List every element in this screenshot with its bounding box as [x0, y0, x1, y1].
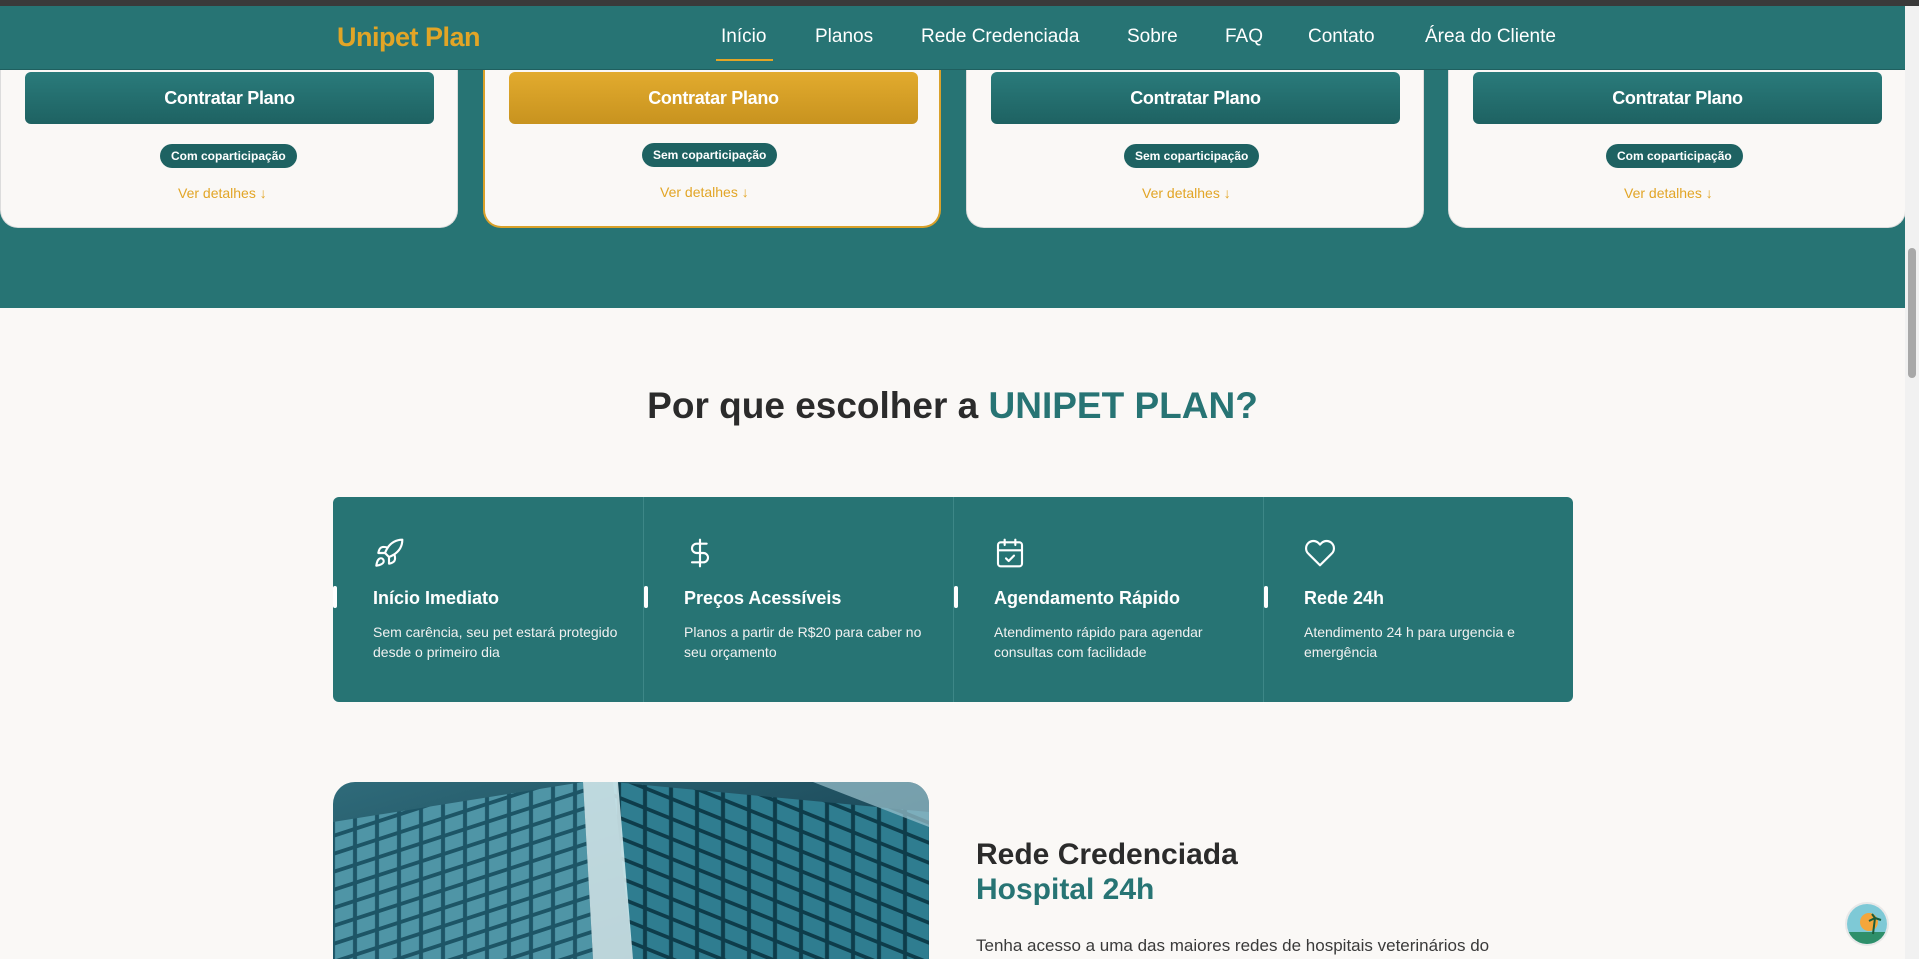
ver-detalhes-link[interactable]: Ver detalhes ↓: [1624, 185, 1713, 201]
calendar-check-icon: [996, 538, 1024, 568]
plan-card: Contratar Plano Com coparticipação Ver d…: [0, 70, 458, 228]
feature-marker: [333, 586, 337, 608]
feature-text: Atendimento 24 h para urgencia e emergên…: [1304, 624, 1515, 660]
site-header: Unipet Plan Início Planos Rede Credencia…: [0, 6, 1905, 70]
rocket-icon: [375, 538, 404, 567]
feature-title: Agendamento Rápido: [994, 588, 1181, 608]
feature-title: Preços Acessíveis: [684, 588, 842, 608]
plan-card: Contratar Plano Com coparticipação Ver d…: [1448, 70, 1906, 228]
user-avatar[interactable]: [1845, 902, 1889, 946]
feature-card: Preços Acessíveis Planos a partir de R$2…: [643, 497, 953, 702]
nav-planos[interactable]: Planos: [815, 26, 873, 48]
logo[interactable]: Unipet Plan: [337, 22, 481, 53]
contratar-plano-button[interactable]: Contratar Plano: [25, 72, 434, 124]
ver-detalhes-link[interactable]: Ver detalhes ↓: [660, 184, 749, 200]
plans-section: Contratar Plano Com coparticipação Ver d…: [0, 70, 1906, 308]
network-title: Rede Credenciada: [976, 838, 1238, 871]
why-title-prefix: Por que escolher a: [647, 385, 989, 426]
dollar-icon: [690, 538, 709, 568]
scrollbar-thumb[interactable]: [1908, 248, 1916, 378]
feature-marker: [1264, 586, 1268, 608]
ver-detalhes-link[interactable]: Ver detalhes ↓: [178, 185, 267, 201]
nav-faq[interactable]: FAQ: [1225, 26, 1263, 48]
feature-marker: [644, 586, 648, 608]
network-description: Tenha acesso a uma das maiores redes de …: [976, 936, 1490, 955]
coparticipacao-badge: Sem coparticipação: [642, 143, 778, 167]
plan-card: Contratar Plano Sem coparticipação Ver d…: [966, 70, 1424, 228]
hospital-building-image: [333, 782, 929, 959]
nav-contato[interactable]: Contato: [1308, 26, 1375, 48]
coparticipacao-badge: Com coparticipação: [160, 144, 297, 168]
nav-sobre[interactable]: Sobre: [1127, 26, 1178, 48]
feature-text: Planos a partir de R$20 para caber no se…: [684, 624, 922, 660]
feature-card: Agendamento Rápido Atendimento rápido pa…: [953, 497, 1263, 702]
coparticipacao-badge: Com coparticipação: [1606, 144, 1743, 168]
page-scrollbar[interactable]: [1905, 6, 1919, 959]
feature-text: Atendimento rápido para agendar consulta…: [994, 624, 1203, 660]
network-subtitle: Hospital 24h: [976, 873, 1155, 906]
nav-active-underline: [716, 59, 773, 61]
contratar-plano-button[interactable]: Contratar Plano: [1473, 72, 1882, 124]
feature-marker: [954, 586, 958, 608]
feature-title: Início Imediato: [373, 588, 500, 608]
ver-detalhes-link[interactable]: Ver detalhes ↓: [1142, 185, 1231, 201]
contratar-plano-button[interactable]: Contratar Plano: [991, 72, 1400, 124]
feature-card: Início Imediato Sem carência, seu pet es…: [333, 497, 643, 702]
feature-card: Rede 24h Atendimento 24 h para urgencia …: [1263, 497, 1573, 702]
nav-inicio[interactable]: Início: [721, 26, 766, 48]
nav-area-do-cliente[interactable]: Área do Cliente: [1425, 26, 1556, 48]
building-illustration: [333, 782, 929, 959]
contratar-plano-button[interactable]: Contratar Plano: [509, 72, 918, 124]
features-panel: Início Imediato Sem carência, seu pet es…: [333, 497, 1573, 702]
feature-text: Sem carência, seu pet estará protegido d…: [373, 624, 618, 660]
coparticipacao-badge: Sem coparticipação: [1124, 144, 1260, 168]
avatar-image: [1847, 904, 1887, 944]
why-choose-title: Por que escolher a UNIPET PLAN?: [0, 385, 1905, 427]
why-title-accent: UNIPET PLAN?: [988, 385, 1258, 426]
plan-card-featured: Contratar Plano Sem coparticipação Ver d…: [483, 70, 941, 228]
nav-rede-credenciada[interactable]: Rede Credenciada: [921, 26, 1079, 48]
heart-icon: [1305, 539, 1335, 567]
feature-title: Rede 24h: [1304, 588, 1385, 608]
